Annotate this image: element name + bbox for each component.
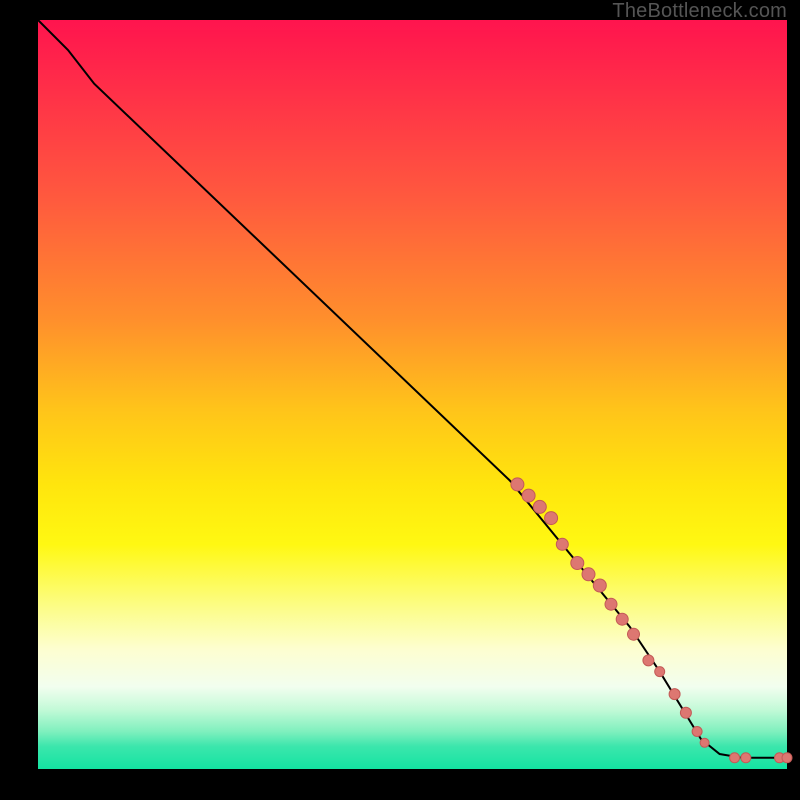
data-point-marker (582, 568, 595, 581)
data-point-marker (571, 557, 584, 570)
data-point-marker (628, 628, 640, 640)
data-point-marker (655, 667, 665, 677)
data-point-marker (545, 512, 558, 525)
data-point-marker (556, 538, 568, 550)
plot-area (38, 20, 787, 769)
data-point-marker (730, 753, 740, 763)
data-point-marker (511, 478, 524, 491)
data-point-marker (692, 727, 702, 737)
data-point-marker (616, 613, 628, 625)
data-point-marker (782, 753, 792, 763)
chart-frame: TheBottleneck.com (0, 0, 800, 800)
data-point-marker (593, 579, 606, 592)
data-point-marker (669, 689, 680, 700)
data-point-marker (741, 753, 751, 763)
data-point-marker (533, 500, 546, 513)
data-point-marker (643, 655, 654, 666)
data-point-marker (522, 489, 535, 502)
data-point-marker (700, 738, 709, 747)
data-point-marker (605, 598, 617, 610)
bottleneck-curve (38, 20, 787, 758)
highlight-markers (511, 478, 792, 763)
chart-svg (38, 20, 787, 769)
data-point-marker (680, 707, 691, 718)
